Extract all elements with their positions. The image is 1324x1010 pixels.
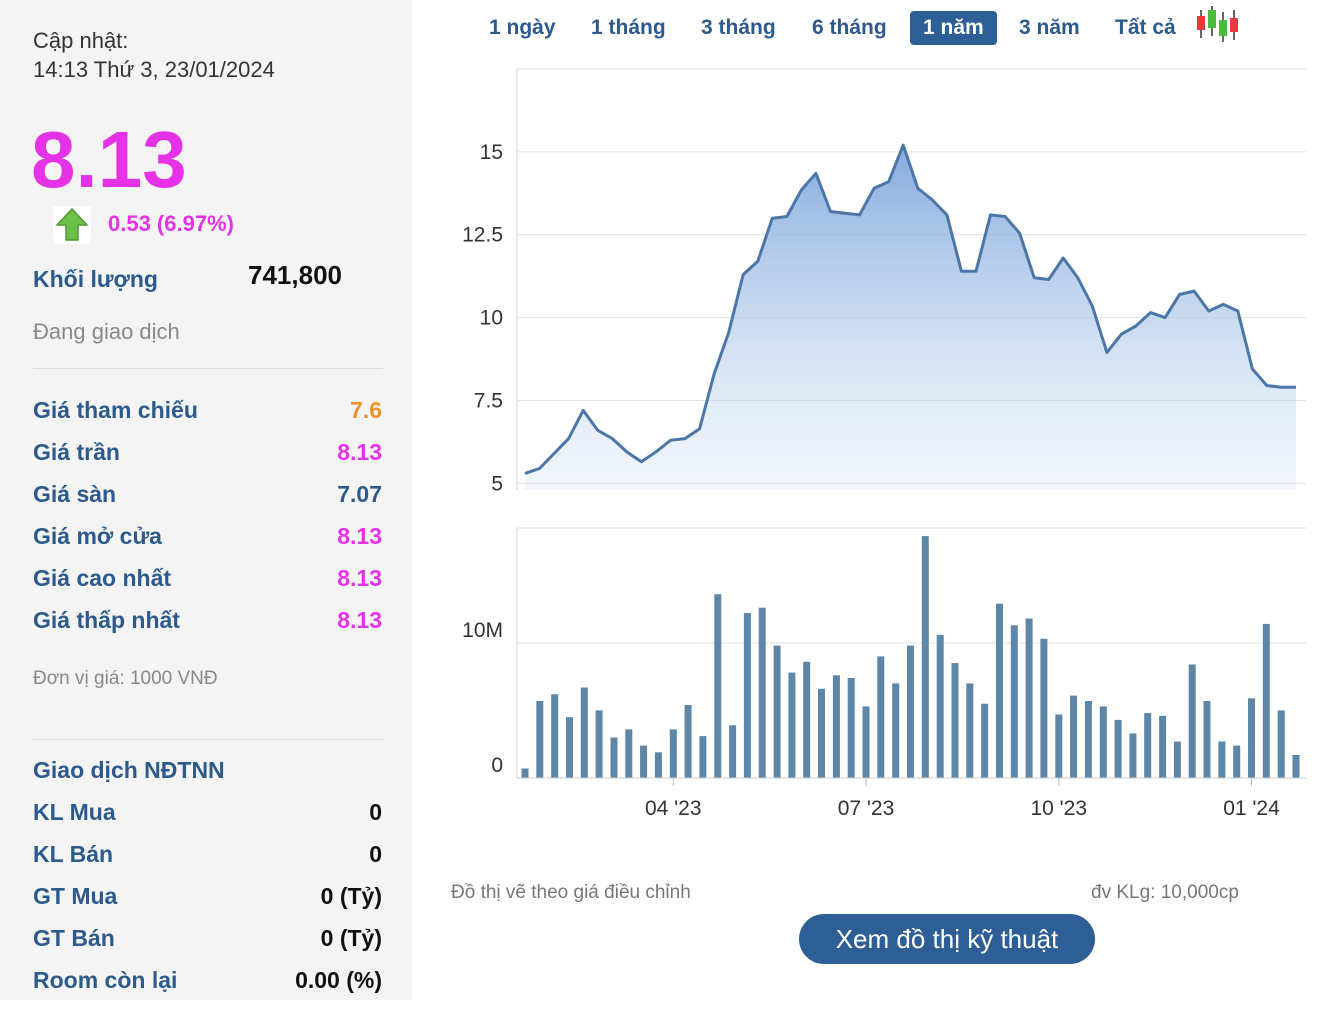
volume-bar (625, 729, 633, 778)
volume-bar (669, 729, 677, 778)
volume-bar (610, 737, 618, 778)
x-tick-label: 10 '23 (1030, 797, 1087, 820)
volume-bar (951, 663, 959, 778)
volume-bar (818, 688, 825, 778)
volume-bar (1203, 701, 1211, 778)
x-tick-label: 07 '23 (838, 797, 895, 820)
y-tick-label: 12.5 (462, 224, 503, 247)
volume-bar (1099, 706, 1107, 778)
volume-bar (1292, 755, 1300, 778)
volume-bar (803, 661, 811, 778)
volume-chart: 0 10M 04 '23 07 '23 10 '23 01 '24 (462, 527, 1306, 820)
volume-bar (1248, 698, 1255, 778)
volume-bar (1144, 713, 1152, 778)
volume-bar (1173, 741, 1181, 778)
volume-bar (729, 725, 737, 778)
volume-bar (996, 603, 1003, 778)
volume-bar (877, 656, 885, 778)
gt-ban-label: GT Bán (33, 925, 115, 951)
volume-bar (1188, 664, 1196, 778)
volume-bar (654, 752, 662, 778)
volume-bar (966, 683, 974, 778)
y-tick-label: 7.5 (474, 389, 503, 412)
gt-ban-value: 0 (Tỷ) (320, 925, 382, 951)
volume-bar (566, 717, 573, 778)
volume-bar (1114, 719, 1122, 778)
volume-bar (536, 701, 544, 778)
volume-bar (1025, 618, 1033, 778)
volume-bar (1262, 623, 1270, 778)
technical-chart-button[interactable]: Xem đồ thị kỹ thuật (799, 914, 1095, 964)
volume-bar (1129, 733, 1137, 778)
volume-bar (551, 694, 559, 778)
volume-bar (1040, 638, 1048, 778)
room-value: 0.00 (%) (295, 967, 382, 993)
volume-bar (758, 607, 766, 778)
volume-bar (1055, 714, 1063, 778)
y-tick-label: 10 (480, 307, 503, 330)
volume-bar (1084, 701, 1092, 778)
volume-bar (981, 703, 989, 778)
volume-bar (714, 594, 722, 778)
volume-bar (907, 645, 914, 778)
volume-bar (921, 536, 929, 778)
price-volume-chart: 5 7.5 10 12.5 15 0 10M 04 '23 07 '23 10 '23 01 '2… (462, 68, 1306, 820)
y-tick-label: 5 (491, 472, 503, 495)
volume-bar (773, 645, 781, 778)
volume-bar (832, 675, 840, 778)
y-tick-label: 15 (480, 141, 503, 164)
volume-bar (788, 672, 796, 778)
price-chart: 5 7.5 10 12.5 15 (462, 68, 1306, 495)
gt-mua-value: 0 (Tỷ) (320, 883, 382, 909)
volume-bar (1218, 741, 1226, 778)
adjusted-price-note: Đồ thị vẽ theo giá điều chỉnh (451, 882, 691, 903)
volume-bar (580, 687, 588, 778)
volume-bar (1070, 695, 1078, 778)
volume-bar (521, 768, 529, 778)
y-tick-label: 10M (462, 619, 503, 642)
volume-bar (1159, 715, 1167, 778)
gt-mua-label: GT Mua (33, 883, 118, 909)
volume-bar (595, 710, 603, 778)
volume-bar (684, 705, 692, 778)
volume-bar (1277, 710, 1285, 778)
x-tick-label: 04 '23 (645, 797, 702, 820)
volume-unit-note: đv KLg: 10,000cp (1091, 882, 1239, 903)
volume-bar (936, 634, 944, 778)
y-tick-label: 0 (491, 754, 503, 777)
volume-bar (862, 706, 870, 778)
volume-bar (892, 683, 900, 778)
x-tick-label: 01 '24 (1223, 797, 1280, 820)
room-label: Room còn lại (33, 967, 178, 993)
volume-bar (847, 678, 855, 778)
volume-bar (640, 745, 648, 778)
volume-bar (743, 613, 751, 778)
volume-bar (1010, 625, 1018, 778)
volume-bar (1233, 745, 1241, 778)
volume-bar (699, 736, 707, 778)
